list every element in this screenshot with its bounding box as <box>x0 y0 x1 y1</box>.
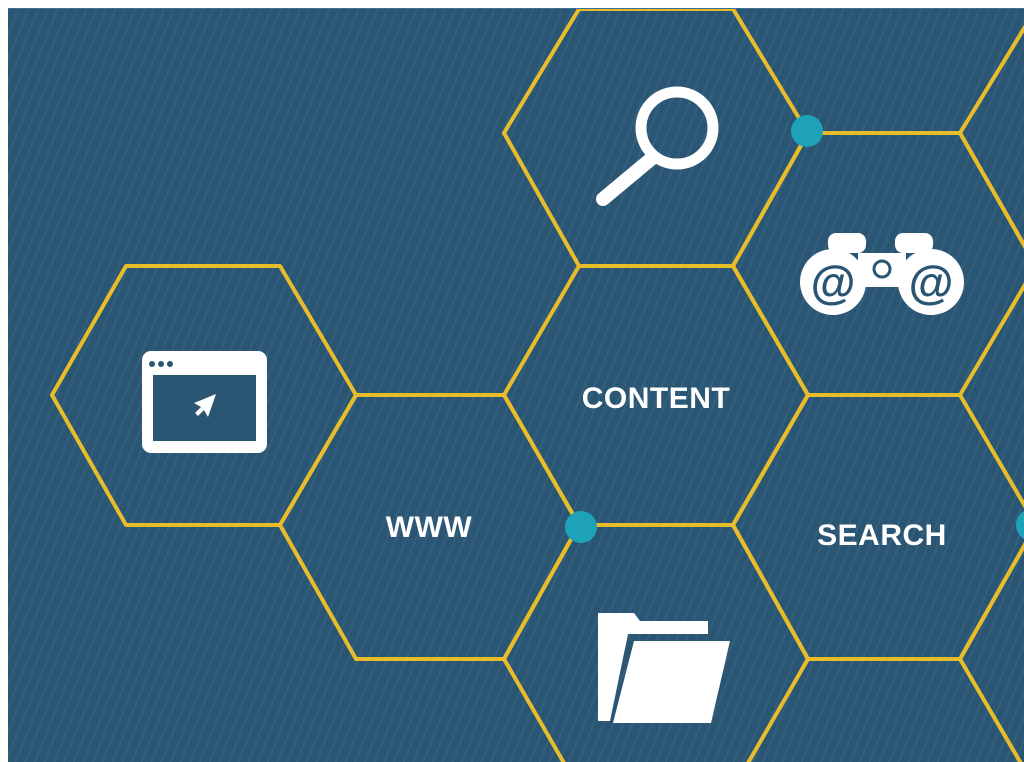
hexagon-network-graphic: @ @ CONTENT WWW SEARCH <box>8 9 1024 762</box>
search-label: SEARCH <box>817 519 947 552</box>
node-dot <box>565 511 597 543</box>
content-label: CONTENT <box>582 382 731 415</box>
binoculars-right-lens-text: @ <box>909 256 954 308</box>
www-label: WWW <box>386 511 473 544</box>
binoculars-left-lens-text: @ <box>811 256 856 308</box>
browser-window-cursor-icon <box>142 351 267 453</box>
illustration-canvas: @ @ CONTENT WWW SEARCH <box>8 8 1024 762</box>
node-dot <box>791 115 823 147</box>
